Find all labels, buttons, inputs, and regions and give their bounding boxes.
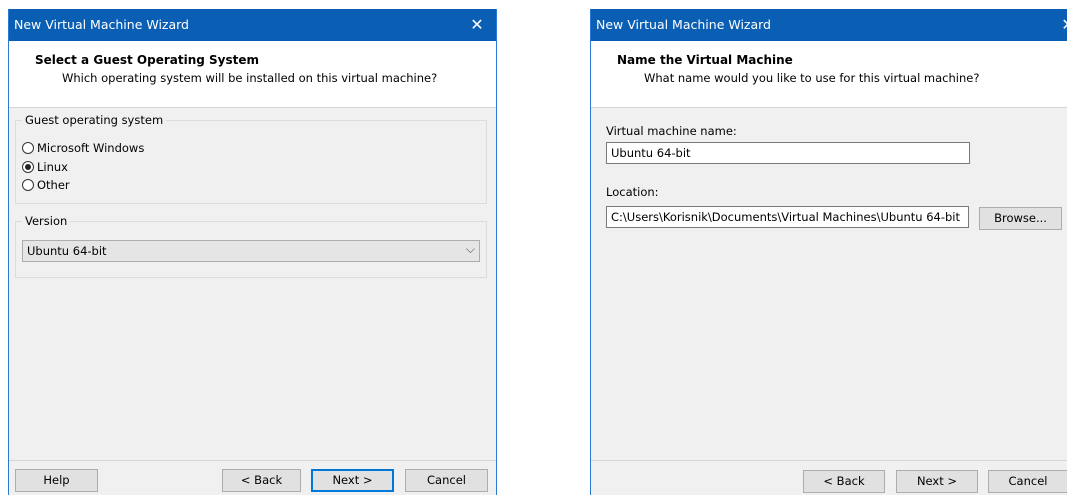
vm-name-value: Ubuntu 64-bit xyxy=(611,146,691,160)
radio-microsoft-windows[interactable]: Microsoft Windows xyxy=(22,140,144,156)
window-title: New Virtual Machine Wizard xyxy=(14,17,189,32)
page-title: Select a Guest Operating System xyxy=(35,53,260,67)
help-button[interactable]: Help xyxy=(15,469,98,492)
version-group: Version Ubuntu 64-bit ⌵ xyxy=(15,214,487,278)
chevron-down-icon[interactable]: ⌵ xyxy=(466,242,475,257)
radio-icon[interactable] xyxy=(22,142,34,154)
wizard-header: Name the Virtual Machine What name would… xyxy=(591,41,1067,108)
browse-button[interactable]: Browse... xyxy=(979,207,1062,230)
next-button[interactable]: Next > xyxy=(311,469,394,492)
radio-icon[interactable] xyxy=(22,161,34,173)
version-dropdown[interactable]: Ubuntu 64-bit ⌵ xyxy=(22,240,480,262)
vm-name-input[interactable]: Ubuntu 64-bit xyxy=(606,142,970,164)
radio-other[interactable]: Other xyxy=(22,177,70,193)
radio-icon[interactable] xyxy=(22,179,34,191)
version-legend: Version xyxy=(22,214,71,228)
wizard-window-name-vm: New Virtual Machine Wizard ✕ Name the Vi… xyxy=(590,9,1067,495)
back-button[interactable]: < Back xyxy=(222,469,301,492)
footer-divider xyxy=(9,460,496,461)
radio-linux[interactable]: Linux xyxy=(22,159,68,175)
page-subtitle: Which operating system will be installed… xyxy=(62,71,438,85)
cancel-button[interactable]: Cancel xyxy=(988,470,1067,493)
vm-name-label: Virtual machine name: xyxy=(606,124,737,138)
title-bar: New Virtual Machine Wizard ✕ xyxy=(9,9,496,41)
location-value: C:\Users\Korisnik\Documents\Virtual Mach… xyxy=(611,210,961,224)
window-title: New Virtual Machine Wizard xyxy=(596,17,771,32)
close-icon[interactable]: ✕ xyxy=(464,12,490,38)
location-label: Location: xyxy=(606,185,659,199)
location-input[interactable]: C:\Users\Korisnik\Documents\Virtual Mach… xyxy=(606,206,969,228)
close-icon[interactable]: ✕ xyxy=(1055,12,1067,38)
title-bar: New Virtual Machine Wizard ✕ xyxy=(591,9,1067,41)
radio-label: Microsoft Windows xyxy=(37,141,145,155)
back-button[interactable]: < Back xyxy=(803,470,885,493)
wizard-header: Select a Guest Operating System Which op… xyxy=(9,41,496,108)
radio-label: Other xyxy=(37,178,70,192)
page-subtitle: What name would you like to use for this… xyxy=(644,71,980,85)
radio-label: Linux xyxy=(37,160,68,174)
guest-os-legend: Guest operating system xyxy=(22,113,167,127)
page-title: Name the Virtual Machine xyxy=(617,53,793,67)
version-value: Ubuntu 64-bit xyxy=(27,244,107,258)
footer-divider xyxy=(591,460,1067,461)
wizard-window-guest-os: New Virtual Machine Wizard ✕ Select a Gu… xyxy=(8,9,497,495)
cancel-button[interactable]: Cancel xyxy=(405,469,488,492)
next-button[interactable]: Next > xyxy=(896,470,978,493)
guest-os-group: Guest operating system Microsoft Windows… xyxy=(15,113,487,204)
